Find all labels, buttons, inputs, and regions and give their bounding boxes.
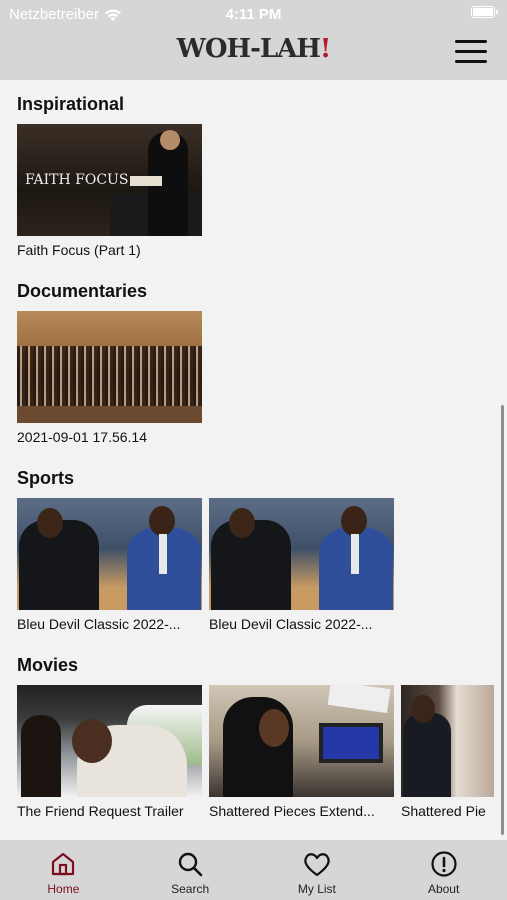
video-caption: Shattered Pie xyxy=(401,803,486,819)
video-caption: Faith Focus (Part 1) xyxy=(17,242,141,258)
logo-text: WOH-LAH xyxy=(176,34,321,64)
tab-about[interactable]: About xyxy=(380,840,507,900)
video-card[interactable]: FAITH FOCUS Faith Focus (Part 1) xyxy=(17,124,202,258)
scroll-indicator[interactable] xyxy=(501,405,504,835)
app-logo: WOH-LAH! xyxy=(0,34,507,64)
status-bar: Netzbetreiber 4:11 PM xyxy=(0,0,507,28)
video-card[interactable]: Bleu Devil Classic 2022-... xyxy=(17,498,202,632)
top-bar: Netzbetreiber 4:11 PM WOH-LAH! xyxy=(0,0,507,80)
tab-label: My List xyxy=(297,882,336,896)
video-thumbnail xyxy=(17,498,202,610)
row-inspirational: FAITH FOCUS Faith Focus (Part 1) xyxy=(17,124,202,258)
hamburger-menu-icon[interactable] xyxy=(455,40,487,64)
video-caption: Bleu Devil Classic 2022-... xyxy=(17,616,181,632)
video-caption: The Friend Request Trailer xyxy=(17,803,184,819)
video-caption: 2021-09-01 17.56.14 xyxy=(17,429,147,445)
home-icon xyxy=(48,849,78,879)
video-card[interactable]: Shattered Pieces Extend... xyxy=(209,685,394,819)
video-caption: Shattered Pieces Extend... xyxy=(209,803,375,819)
section-title-documentaries: Documentaries xyxy=(17,281,148,301)
tab-bar: Home Search My List About xyxy=(0,840,507,900)
video-thumbnail xyxy=(401,685,494,797)
section-title-sports: Sports xyxy=(17,468,75,488)
row-sports: Bleu Devil Classic 2022-... Bleu Devil C… xyxy=(17,498,394,632)
section-title-inspirational: Inspirational xyxy=(17,94,125,114)
tab-label: About xyxy=(427,882,460,896)
video-thumbnail: FAITH FOCUS xyxy=(17,124,202,236)
tab-search[interactable]: Search xyxy=(127,840,254,900)
row-movies: The Friend Request Trailer Shattered Pie… xyxy=(17,685,494,819)
tab-home[interactable]: Home xyxy=(0,840,127,900)
tab-label: Search xyxy=(171,882,210,896)
search-icon xyxy=(175,849,205,879)
logo-exclaim: ! xyxy=(319,34,331,64)
battery-icon xyxy=(471,6,498,18)
video-card[interactable]: 2021-09-01 17.56.14 xyxy=(17,311,202,445)
video-thumbnail xyxy=(209,498,394,610)
section-title-movies: Movies xyxy=(17,655,79,675)
video-caption: Bleu Devil Classic 2022-... xyxy=(209,616,373,632)
video-thumbnail xyxy=(209,685,394,797)
home-feed[interactable]: Inspirational FAITH FOCUS Faith Focus (P… xyxy=(0,80,507,840)
video-card[interactable]: Shattered Pie xyxy=(401,685,494,819)
info-icon xyxy=(429,849,459,879)
video-card[interactable]: Bleu Devil Classic 2022-... xyxy=(209,498,394,632)
video-card[interactable]: The Friend Request Trailer xyxy=(17,685,202,819)
tab-label: Home xyxy=(47,882,80,896)
row-documentaries: 2021-09-01 17.56.14 xyxy=(17,311,202,445)
tab-my-list[interactable]: My List xyxy=(254,840,381,900)
video-thumbnail xyxy=(17,311,202,423)
heart-icon xyxy=(302,849,332,879)
video-thumbnail xyxy=(17,685,202,797)
thumbnail-title: FAITH FOCUS xyxy=(25,172,129,188)
status-time: 4:11 PM xyxy=(225,6,282,23)
